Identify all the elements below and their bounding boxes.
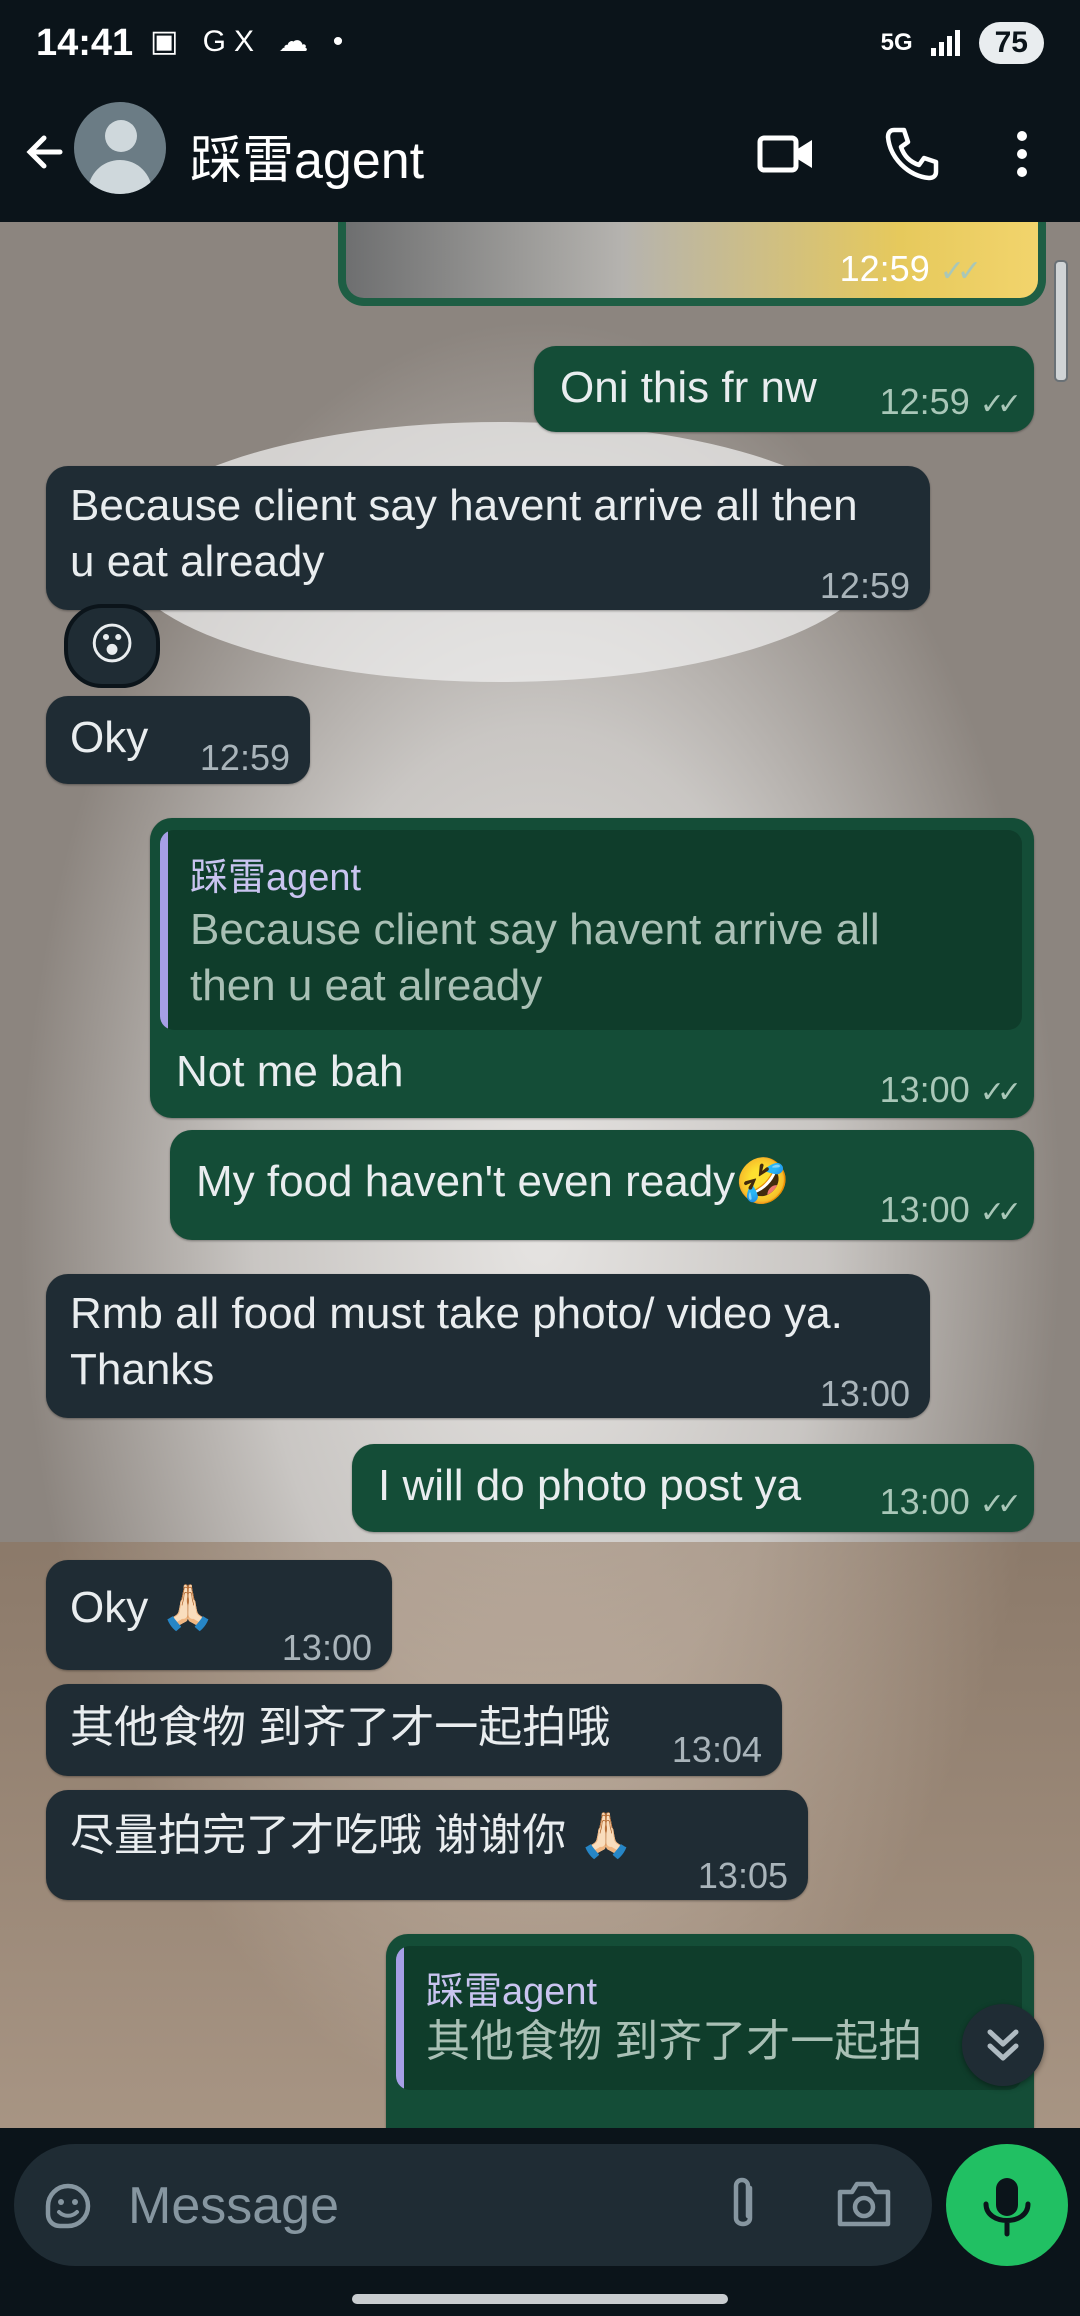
message-time: 13:00 [819, 1373, 910, 1414]
message-text: Oky 🙏🏻 [70, 1583, 216, 1632]
contact-name[interactable]: 踩雷agent [190, 118, 424, 193]
camera-icon[interactable] [834, 2176, 894, 2232]
outgoing-message[interactable]: My food haven't even ready🤣 13:00 ✓✓ [170, 1130, 1034, 1240]
voice-record-button[interactable] [946, 2144, 1068, 2266]
network-5g-icon: 5G [880, 29, 913, 56]
message-time: 12:59 [819, 565, 910, 606]
message-text: 尽量拍完了才吃哦 谢谢你 🙏🏻 [70, 1811, 634, 1860]
quoted-message[interactable]: 踩雷agent 其他食物 到齐了才一起拍 [396, 1946, 1022, 2090]
status-notification-icons: ▣ GX ☁ • [150, 25, 352, 58]
message-text: 其他食物 到齐了才一起拍哦 [70, 1703, 611, 1752]
message-text: Because client say havent arrive all the… [70, 481, 858, 586]
outgoing-reply-message[interactable]: 踩雷agent Because client say havent arrive… [150, 818, 1034, 1118]
message-time: 13:05 [697, 1855, 788, 1896]
incoming-message[interactable]: Oky 🙏🏻 13:00 [46, 1560, 392, 1670]
chat-header: 踩雷agent [0, 92, 1080, 223]
read-ticks-icon: ✓✓ [979, 388, 1022, 421]
outgoing-message[interactable]: Oni this fr nw 12:59 ✓✓ [534, 346, 1034, 432]
incoming-message[interactable]: Oky 12:59 [46, 696, 310, 784]
back-arrow-icon[interactable] [20, 124, 80, 184]
attach-paperclip-icon[interactable] [718, 2174, 768, 2236]
message-time: 13:00 ✓✓ [879, 1189, 1022, 1230]
read-ticks-icon: ✓✓ [979, 1076, 1022, 1109]
message-time: 12:59 ✓✓ [879, 381, 1022, 422]
incoming-message[interactable]: Rmb all food must take photo/ video ya. T… [46, 1274, 930, 1418]
message-reaction[interactable]: 😮 [64, 604, 160, 688]
message-time: 13:04 [671, 1729, 762, 1770]
outgoing-message[interactable]: I will do photo post ya 13:00 ✓✓ [352, 1444, 1034, 1532]
read-ticks-icon: ✓✓ [939, 255, 982, 288]
message-time: 13:00 ✓✓ [879, 1069, 1022, 1110]
quoted-sender: 踩雷agent [190, 857, 362, 899]
status-time: 14:41 [36, 22, 134, 64]
signal-icon [930, 30, 960, 56]
photo-time: 12:59 ✓✓ [839, 248, 982, 289]
message-time: 13:00 [281, 1627, 372, 1668]
message-text: Not me bah [176, 1047, 404, 1096]
message-text: Oky [70, 713, 149, 762]
message-time: 12:59 [199, 737, 290, 778]
composer: Message [0, 2128, 1080, 2316]
contact-avatar[interactable] [74, 102, 166, 194]
outgoing-reply-message[interactable]: 踩雷agent 其他食物 到齐了才一起拍 [386, 1934, 1034, 2128]
quoted-message[interactable]: 踩雷agent Because client say havent arrive… [160, 830, 1022, 1030]
status-right-group: 5G 75 [881, 22, 1044, 64]
incoming-message[interactable]: 其他食物 到齐了才一起拍哦 13:04 [46, 1684, 782, 1776]
incoming-message[interactable]: 尽量拍完了才吃哦 谢谢你 🙏🏻 13:05 [46, 1790, 808, 1900]
scroll-to-bottom-button[interactable] [962, 2004, 1044, 2086]
message-input[interactable]: Message [14, 2144, 932, 2266]
message-text: My food haven't even ready🤣 [196, 1157, 790, 1206]
incoming-message[interactable]: Because client say havent arrive all the… [46, 466, 930, 610]
quoted-sender: 踩雷agent [426, 1971, 598, 2013]
quoted-text: Because client say havent arrive all then… [190, 905, 880, 1010]
chat-area[interactable]: 12:59 ✓✓ Oni this fr nw 12:59 ✓✓ Because c… [0, 222, 1080, 2128]
message-text: I will do photo post ya [378, 1461, 802, 1510]
message-text: Oni this fr nw [560, 363, 817, 412]
gesture-nav-bar[interactable] [352, 2294, 728, 2304]
battery-badge: 75 [978, 22, 1044, 64]
message-time: 13:00 ✓✓ [879, 1481, 1022, 1522]
more-options-icon[interactable] [990, 122, 1054, 186]
microphone-icon [983, 2178, 1031, 2237]
photo-message[interactable]: 12:59 ✓✓ [338, 222, 1046, 306]
quoted-text: 其他食物 到齐了才一起拍 [426, 2017, 923, 2066]
read-ticks-icon: ✓✓ [979, 1196, 1022, 1229]
message-text: Rmb all food must take photo/ video ya. T… [70, 1289, 843, 1394]
chevron-double-down-icon [987, 2029, 1019, 2061]
scrollbar[interactable] [1054, 260, 1068, 382]
sticker-icon[interactable] [40, 2178, 96, 2234]
voice-call-icon[interactable] [880, 122, 944, 186]
status-bar: 14:41 ▣ GX ☁ • 5G 75 [0, 0, 1080, 92]
message-placeholder: Message [128, 2177, 339, 2235]
read-ticks-icon: ✓✓ [979, 1488, 1022, 1521]
video-call-icon[interactable] [754, 122, 818, 186]
